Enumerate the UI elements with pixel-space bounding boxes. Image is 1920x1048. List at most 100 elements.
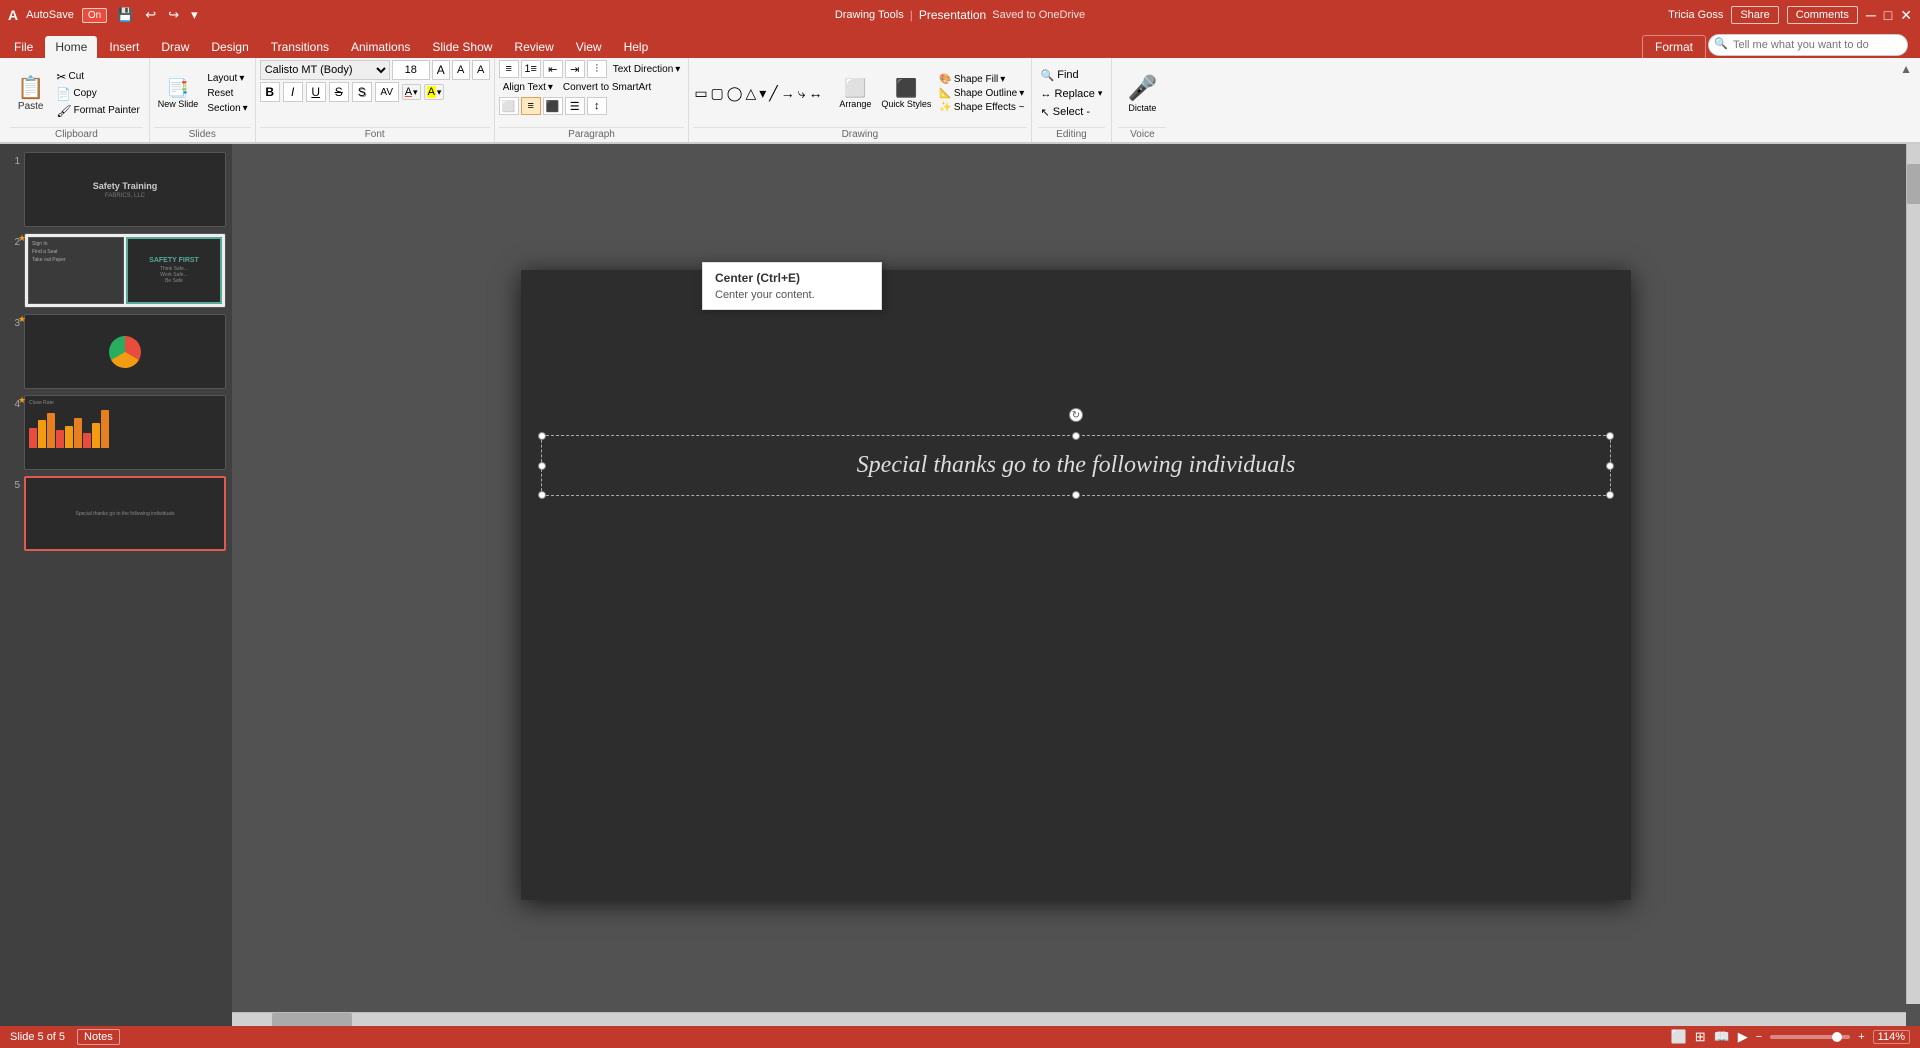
slide-thumb-5[interactable]: Special thanks go to the following indiv… <box>24 476 226 551</box>
underline-button[interactable]: U <box>306 82 326 102</box>
tab-draw[interactable]: Draw <box>151 36 199 58</box>
view-slide-sorter-icon[interactable]: ⊞ <box>1695 1029 1706 1045</box>
slide-thumb-1[interactable]: Safety Training FABRICS, LLC <box>24 152 226 227</box>
save-icon[interactable]: 💾 <box>115 5 135 25</box>
slide-main-text[interactable]: Special thanks go to the following indiv… <box>552 448 1600 483</box>
more-shapes-tool[interactable]: ▾ <box>758 84 767 103</box>
autosave-toggle[interactable]: On <box>82 8 107 23</box>
horizontal-scrollbar[interactable] <box>232 1012 1906 1026</box>
tab-transitions[interactable]: Transitions <box>261 36 339 58</box>
tab-view[interactable]: View <box>566 36 612 58</box>
comments-button[interactable]: Comments <box>1787 6 1858 24</box>
more-icon[interactable]: ▾ <box>189 5 200 25</box>
slide-item-4[interactable]: 4 ★ Close Rate <box>6 395 226 470</box>
rotate-handle[interactable]: ↻ <box>1069 408 1083 422</box>
arrange-button[interactable]: ⬜ Arrange <box>835 76 875 111</box>
convert-smartart-button[interactable]: Convert to SmartArt <box>559 80 655 95</box>
tab-insert[interactable]: Insert <box>99 36 149 58</box>
close-button[interactable]: ✕ <box>1900 7 1912 24</box>
view-slideshow-icon[interactable]: ▶ <box>1738 1029 1748 1045</box>
replace-button[interactable]: ↔Replace▾ <box>1038 86 1106 102</box>
columns-button[interactable]: ⫶ <box>587 60 607 78</box>
strikethrough-button[interactable]: S <box>329 82 349 102</box>
zoom-level[interactable]: 114% <box>1873 1030 1910 1044</box>
slide-thumb-4[interactable]: Close Rate <box>24 395 226 470</box>
line-spacing-button[interactable]: ↕ <box>587 97 607 115</box>
redo-icon[interactable]: ↪ <box>166 5 181 25</box>
select-button[interactable]: ↖Select - <box>1038 104 1106 121</box>
increase-indent-button[interactable]: ⇥ <box>565 60 585 78</box>
align-left-button[interactable]: ⬜ <box>499 97 519 115</box>
clear-format-button[interactable]: A <box>472 60 490 80</box>
bullets-button[interactable]: ≡ <box>499 60 519 78</box>
slide-item-1[interactable]: 1 Safety Training FABRICS, LLC <box>6 152 226 227</box>
layout-button[interactable]: Layout▾ <box>204 72 250 85</box>
tab-file[interactable]: File <box>4 36 43 58</box>
vertical-scrollbar[interactable] <box>1906 144 1920 1004</box>
shadow-button[interactable]: S <box>352 82 372 102</box>
slide-item-5[interactable]: 5 Special thanks go to the following ind… <box>6 476 226 551</box>
decrease-font-button[interactable]: A <box>452 60 470 80</box>
share-button[interactable]: Share <box>1731 6 1778 24</box>
slide-canvas[interactable]: ↻ Special thanks go to the following ind… <box>521 270 1631 900</box>
font-color-button[interactable]: A▾ <box>402 84 421 100</box>
align-right-button[interactable]: ⬛ <box>543 97 563 115</box>
notes-button[interactable]: Notes <box>77 1029 120 1045</box>
font-size-input[interactable] <box>392 60 430 80</box>
slide-thumb-3[interactable] <box>24 314 226 389</box>
cut-button[interactable]: ✂ Cut <box>53 69 142 85</box>
slide-item-2[interactable]: 2 ★ Sign In Find a Seat Take out Paper S… <box>6 233 226 308</box>
restore-button[interactable]: □ <box>1884 7 1892 23</box>
tab-animations[interactable]: Animations <box>341 36 420 58</box>
tab-help[interactable]: Help <box>614 36 659 58</box>
round-rect-tool[interactable]: ▢ <box>710 84 725 103</box>
handle-bl[interactable] <box>538 491 546 499</box>
decrease-indent-button[interactable]: ⇤ <box>543 60 563 78</box>
handle-mr[interactable] <box>1606 462 1614 470</box>
canvas-area[interactable]: ↻ Special thanks go to the following ind… <box>232 144 1920 1026</box>
zoom-in-icon[interactable]: + <box>1858 1031 1864 1043</box>
zoom-out-icon[interactable]: − <box>1756 1031 1762 1043</box>
handle-br[interactable] <box>1606 491 1614 499</box>
shape-outline-button[interactable]: 📐Shape Outline▾ <box>937 87 1026 100</box>
align-center-button[interactable]: ≡ <box>521 97 541 115</box>
section-button[interactable]: Section▾ <box>204 102 250 115</box>
copy-button[interactable]: 📄 Copy <box>53 86 142 102</box>
tab-slideshow[interactable]: Slide Show <box>422 36 502 58</box>
handle-tr[interactable] <box>1606 432 1614 440</box>
user-name[interactable]: Tricia Goss <box>1668 9 1723 21</box>
highlight-button[interactable]: A▾ <box>424 84 445 100</box>
handle-ml[interactable] <box>538 462 546 470</box>
font-name-select[interactable]: Calisto MT (Body) <box>260 60 390 80</box>
tab-format[interactable]: Format <box>1642 35 1706 58</box>
quick-styles-button[interactable]: ⬛ Quick Styles <box>877 76 935 111</box>
rect-tool[interactable]: ▭ <box>693 84 708 103</box>
find-button[interactable]: 🔍Find <box>1038 67 1106 84</box>
handle-tl[interactable] <box>538 432 546 440</box>
italic-button[interactable]: I <box>283 82 303 102</box>
slide-thumb-2[interactable]: Sign In Find a Seat Take out Paper SAFET… <box>24 233 226 308</box>
zoom-slider[interactable] <box>1770 1035 1850 1039</box>
collapse-ribbon-button[interactable]: ▲ <box>1896 58 1916 142</box>
arrow-tool[interactable]: → <box>780 84 796 103</box>
bent-arrow-tool[interactable]: ⤷ <box>797 84 807 103</box>
view-reading-icon[interactable]: 📖 <box>1714 1029 1730 1045</box>
shape-fill-button[interactable]: 🎨Shape Fill▾ <box>937 73 1026 86</box>
circle-tool[interactable]: ◯ <box>726 84 744 103</box>
justify-button[interactable]: ☰ <box>565 97 585 115</box>
double-arrow-tool[interactable]: ↔ <box>808 84 824 103</box>
char-spacing-button[interactable]: AV <box>375 82 399 102</box>
search-input[interactable] <box>1708 34 1908 56</box>
slide-item-3[interactable]: 3 ★ <box>6 314 226 389</box>
text-selection-box[interactable]: ↻ Special thanks go to the following ind… <box>541 435 1611 496</box>
text-direction-button[interactable]: Text Direction▾ <box>609 62 685 77</box>
paste-button[interactable]: 📋 Paste <box>10 72 51 115</box>
handle-bm[interactable] <box>1072 491 1080 499</box>
minimize-button[interactable]: ─ <box>1866 7 1876 23</box>
tab-home[interactable]: Home <box>45 36 97 58</box>
undo-icon[interactable]: ↩ <box>143 5 158 25</box>
format-painter-button[interactable]: 🖌 Format Painter <box>53 103 142 119</box>
view-normal-icon[interactable]: ⬜ <box>1671 1029 1687 1045</box>
handle-tm[interactable] <box>1072 432 1080 440</box>
line-tool[interactable]: ╱ <box>768 84 778 103</box>
